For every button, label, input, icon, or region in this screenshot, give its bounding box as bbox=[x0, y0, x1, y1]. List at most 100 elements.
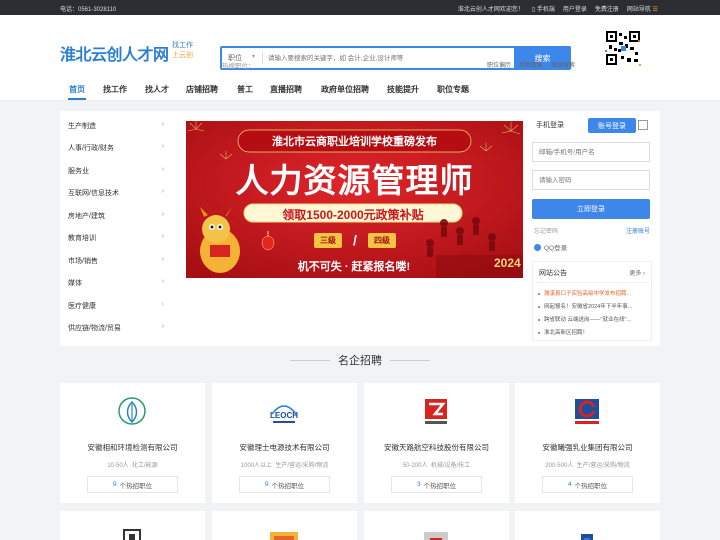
chevron-right-icon: › bbox=[161, 233, 164, 240]
nav-home[interactable]: 首页 bbox=[69, 84, 85, 95]
category-item[interactable]: 供应链/物流/贸易 › bbox=[68, 323, 168, 333]
tab-account-login[interactable]: 账号登录 bbox=[588, 118, 636, 133]
mobile-link[interactable]: ▯ 手机端 bbox=[532, 4, 555, 13]
hot-jobs-label: 个热招职位 bbox=[271, 482, 305, 490]
banner-subtitle: 领取1500-2000元政策补贴 bbox=[282, 208, 424, 222]
nav-general-worker[interactable]: 普工 bbox=[237, 84, 253, 95]
chevron-right-icon: › bbox=[161, 301, 164, 308]
category-item[interactable]: 互联网/信息技术 › bbox=[68, 188, 168, 198]
company-size: 200-500人 bbox=[545, 463, 574, 469]
welcome-text: 淮北云创人才网欢迎您！ bbox=[457, 7, 524, 13]
company-meta: 1000人以上 生产/营运/采购/物流 bbox=[212, 460, 357, 469]
company-industry: 机械/设备/技工 bbox=[430, 463, 471, 469]
category-label: 媒体 bbox=[68, 280, 82, 287]
company-logo bbox=[581, 534, 593, 540]
category-item[interactable]: 服务业 › bbox=[68, 166, 168, 176]
section-title: 名企招聘 bbox=[0, 352, 720, 368]
category-label: 生产制造 bbox=[68, 123, 96, 130]
announcement-item[interactable]: 网起报名！安徽省2024年下半年事... bbox=[538, 302, 648, 310]
login-box: 手机登录 账号登录 立即登录 忘记密码 注册账号 QQ登录 网站公告 更多 › … bbox=[532, 116, 652, 341]
login-button[interactable]: 立即登录 bbox=[532, 199, 650, 219]
company-card[interactable] bbox=[212, 511, 357, 540]
nav-gov-recruit[interactable]: 政府单位招聘 bbox=[321, 84, 369, 95]
nav-job-topics[interactable]: 职位专题 bbox=[437, 84, 469, 95]
category-item[interactable]: 房地产/建筑 › bbox=[68, 211, 168, 221]
tab-mobile-login[interactable]: 手机登录 bbox=[536, 120, 564, 130]
chevron-right-icon: › bbox=[161, 166, 164, 173]
company-card[interactable]: 安徽天路航空科技股份有限公司 50-200人 机械/设备/技工 3 个热招职位 bbox=[364, 383, 509, 503]
job-preference-link[interactable]: 职位偏历 bbox=[487, 60, 511, 69]
company-card[interactable]: 安徽相和环境检测有限公司 10-50人 化工/能源 9 个热招职位 bbox=[60, 383, 205, 503]
qr-login-icon[interactable] bbox=[638, 120, 648, 130]
banner-slash: / bbox=[353, 232, 357, 248]
banner-headline: 淮北市云商职业培训学校重磅发布 bbox=[272, 136, 437, 148]
category-label: 医疗健康 bbox=[68, 303, 96, 310]
hot-jobs-button[interactable]: 9 个热招职位 bbox=[239, 476, 330, 493]
site-logo[interactable]: 淮北云创人才网 找工作 上云创 bbox=[60, 39, 212, 75]
chevron-right-icon: › bbox=[161, 188, 164, 195]
search-input[interactable] bbox=[268, 50, 508, 66]
company-industry: 生产/营运/采购/物流 bbox=[576, 463, 630, 469]
company-industry: 化工/能源 bbox=[132, 463, 158, 469]
search-sublinks: 职位偏历 地图搜索 高级搜索 bbox=[487, 60, 575, 69]
site-header: 淮北云创人才网 找工作 上云创 职位 ▾ 搜索 热搜职位： 职位偏历 地图搜索 … bbox=[0, 15, 720, 77]
company-card[interactable] bbox=[515, 511, 660, 540]
company-card[interactable]: LEOCH 安徽理士电源技术有限公司 1000人以上 生产/营运/采购/物流 9… bbox=[212, 383, 357, 503]
nav-live-recruit[interactable]: 直播招聘 bbox=[270, 84, 302, 95]
category-item[interactable]: 人事/行政/财务 › bbox=[68, 143, 168, 153]
category-item[interactable]: 生产制造 › bbox=[68, 121, 168, 131]
user-login-link[interactable]: 用户登录 bbox=[563, 4, 587, 13]
announcement-item[interactable]: 淮北高新区招聘！ bbox=[538, 328, 648, 336]
company-name: 安徽天路航空科技股份有限公司 bbox=[384, 443, 489, 452]
username-field[interactable] bbox=[532, 142, 650, 162]
announcement-box: 网站公告 更多 › 濉溪县口子实验高级中学发布招聘... 网起报名！安徽省202… bbox=[532, 261, 652, 341]
map-search-link[interactable]: 地图搜索 bbox=[519, 60, 543, 69]
company-logo bbox=[424, 532, 448, 540]
hot-jobs-button[interactable]: 3 个热招职位 bbox=[391, 476, 482, 493]
announcement-item[interactable]: 跨省联动 云端送岗——"就业在线"... bbox=[538, 315, 648, 323]
chevron-right-icon: › bbox=[161, 211, 164, 218]
company-card[interactable]: 安徽曦强乳业集团有限公司 200-500人 生产/营运/采购/物流 4 个热招职位 bbox=[515, 383, 660, 503]
hot-jobs-button[interactable]: 4 个热招职位 bbox=[542, 476, 633, 493]
chevron-right-icon: › bbox=[161, 323, 164, 330]
register-link[interactable]: 注册账号 bbox=[626, 226, 650, 235]
promo-banner[interactable]: 2024 淮北市云商职业培训学校重磅发布 人力资源管理师 领取1500-2000… bbox=[186, 121, 523, 278]
banner-title: 人力资源管理师 bbox=[235, 162, 474, 199]
more-label: 更多 bbox=[629, 271, 642, 277]
title-dash-left bbox=[290, 360, 330, 361]
category-item[interactable]: 教育培训 › bbox=[68, 233, 168, 243]
category-item[interactable]: 媒体 › bbox=[68, 278, 168, 288]
top-links: 淮北云创人才网欢迎您！ ▯ 手机端 用户登录 免费注册 网站导航 ☰ bbox=[458, 4, 658, 13]
chevron-right-icon: › bbox=[161, 256, 164, 263]
company-size: 10-50人 bbox=[107, 463, 129, 469]
category-item[interactable]: 医疗健康 › bbox=[68, 301, 168, 311]
company-card[interactable] bbox=[60, 511, 205, 540]
category-label: 互联网/信息技术 bbox=[68, 190, 119, 197]
nav-find-job[interactable]: 找工作 bbox=[103, 84, 127, 95]
mobile-label: 手机端 bbox=[536, 7, 555, 13]
company-industry: 生产/营运/采购/物流 bbox=[275, 463, 329, 469]
nav-skill-up[interactable]: 技能提升 bbox=[387, 84, 419, 95]
nav-shop-recruit[interactable]: 店铺招聘 bbox=[186, 84, 218, 95]
hot-jobs-count: 3 bbox=[416, 481, 421, 488]
announcement-more-link[interactable]: 更多 › bbox=[629, 268, 645, 277]
hot-jobs-button[interactable]: 9 个热招职位 bbox=[87, 476, 178, 493]
company-meta: 50-200人 机械/设备/技工 bbox=[364, 460, 509, 469]
nav-find-talent[interactable]: 找人才 bbox=[145, 84, 169, 95]
password-field[interactable] bbox=[532, 170, 650, 190]
forgot-password-link[interactable]: 忘记密码 bbox=[534, 226, 558, 235]
site-nav-label: 网站导航 bbox=[626, 7, 651, 13]
company-card[interactable] bbox=[364, 511, 509, 540]
chevron-right-icon: › bbox=[161, 278, 164, 285]
announcement-item[interactable]: 濉溪县口子实验高级中学发布招聘... bbox=[538, 289, 648, 297]
qq-login-link[interactable]: QQ登录 bbox=[534, 242, 567, 252]
svg-text:LEOCH: LEOCH bbox=[270, 411, 298, 420]
free-register-link[interactable]: 免费注册 bbox=[595, 4, 619, 13]
banner-cta: 机不可失 · 赶紧报名喽! bbox=[297, 261, 411, 273]
category-label: 教育培训 bbox=[68, 235, 96, 242]
category-label: 服务业 bbox=[68, 168, 89, 175]
advanced-search-link[interactable]: 高级搜索 bbox=[551, 60, 575, 69]
category-item[interactable]: 市场/销售 › bbox=[68, 256, 168, 266]
hotline-phone: 电话：0561-3028110 bbox=[60, 7, 117, 13]
site-nav-link[interactable]: 网站导航 ☰ bbox=[627, 4, 658, 13]
